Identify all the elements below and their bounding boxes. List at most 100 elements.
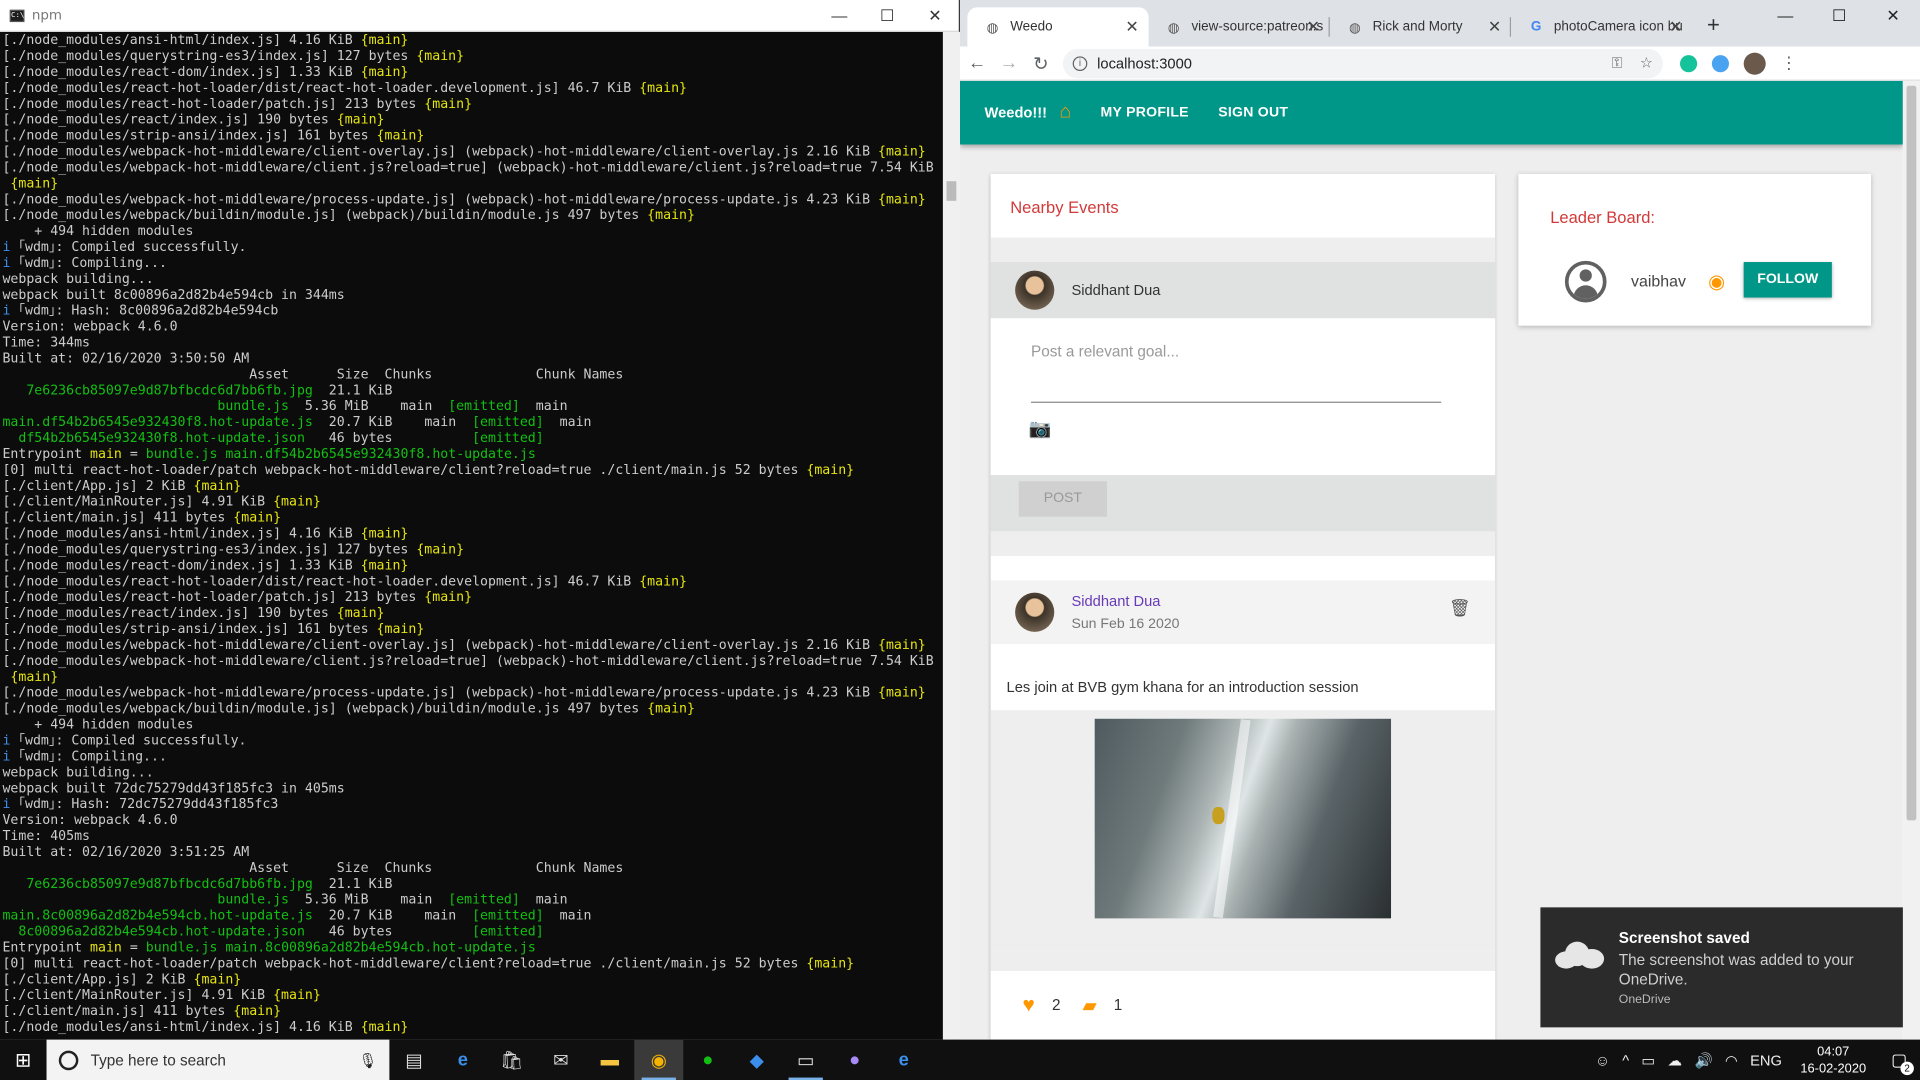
page-scrollbar[interactable]: [1902, 80, 1920, 1040]
ie-icon[interactable]: e: [879, 1040, 928, 1080]
app-icon[interactable]: ●: [683, 1040, 732, 1080]
clock[interactable]: 04:07 16-02-2020: [1800, 1043, 1866, 1077]
terminal-titlebar[interactable]: C:\ npm — ☐ ✕: [0, 0, 959, 32]
terminal-line: Time: 405ms: [2, 827, 91, 844]
action-center-icon[interactable]: ▢ 2: [1878, 1040, 1920, 1080]
terminal-line: [./node_modules/webpack-hot-middleware/c…: [2, 143, 926, 160]
terminal-line: Entrypoint main = bundle.js main.df54b2b…: [2, 445, 536, 462]
terminal-line: + 494 hidden modules: [2, 716, 194, 733]
battery-icon[interactable]: ▭: [1641, 1051, 1655, 1068]
terminal-line: 7e6236cb85097e9d87bfbcdc6d7bb6fb.jpg 21.…: [2, 382, 393, 398]
terminal-line: [./node_modules/react-dom/index.js] 1.33…: [2, 557, 409, 574]
cmd-icon: C:\: [9, 9, 25, 22]
microphone-icon[interactable]: 🎙: [358, 1051, 377, 1068]
new-tab-icon[interactable]: +: [1707, 12, 1720, 38]
task-view-icon[interactable]: ▤: [389, 1040, 438, 1080]
tab-close-icon[interactable]: ✕: [1307, 17, 1320, 37]
browser-window[interactable]: ◍ Weedo ✕ ◍ view-source:patreon.s ✕ ◍ Ri…: [960, 0, 1920, 1040]
terminal-line: df54b2b6545e932430f8.hot-update.json 46 …: [2, 429, 544, 446]
terminal-window[interactable]: C:\ npm — ☐ ✕ [./node_modules/ansi-html/…: [0, 0, 961, 1040]
key-icon[interactable]: ⚿: [1612, 54, 1623, 72]
close-button[interactable]: ✕: [1866, 0, 1920, 32]
people-icon[interactable]: ☺: [1595, 1051, 1610, 1068]
terminal-line: [./node_modules/react-hot-loader/patch.j…: [2, 95, 473, 112]
store-icon[interactable]: 🛍: [487, 1040, 536, 1080]
brand-link[interactable]: Weedo!!!: [984, 104, 1047, 121]
clock-time: 04:07: [1817, 1043, 1850, 1059]
eye-icon[interactable]: ◉: [1708, 269, 1725, 293]
my-profile-link[interactable]: MY PROFILE: [1101, 105, 1189, 120]
goal-input[interactable]: Post a relevant goal...: [1031, 343, 1179, 360]
terminal-line: + 494 hidden modules: [2, 222, 194, 239]
tab-view-source[interactable]: ◍ view-source:patreon.s ✕: [1149, 7, 1330, 46]
windows-start-icon[interactable]: ⊞: [0, 1048, 47, 1072]
tab-photocamera[interactable]: G photoCamera icon bu ✕: [1511, 7, 1692, 46]
terminal-line: [./node_modules/react/index.js] 190 byte…: [2, 111, 385, 128]
url-text[interactable]: localhost:3000: [1097, 54, 1192, 71]
wifi-icon[interactable]: ◠: [1725, 1051, 1738, 1068]
terminal-line: Built at: 02/16/2020 3:51:25 AM: [2, 843, 250, 860]
heart-icon[interactable]: ♥: [1022, 993, 1034, 1017]
delete-icon[interactable]: 🗑: [1449, 598, 1471, 619]
terminal-line: [./client/App.js] 2 KiB {main}: [2, 477, 242, 494]
app-purple-icon[interactable]: ●: [830, 1040, 879, 1080]
onedrive-icon[interactable]: ☁: [1668, 1051, 1683, 1068]
back-icon[interactable]: ←: [962, 53, 991, 74]
file-explorer-icon[interactable]: ▬: [585, 1040, 634, 1080]
terminal-scrollbar[interactable]: [942, 31, 961, 1040]
terminal-line: [./client/main.js] 411 bytes {main}: [2, 509, 282, 526]
comment-icon[interactable]: ▰: [1083, 994, 1097, 1017]
leaderboard-title: Leader Board:: [1550, 208, 1655, 227]
home-icon[interactable]: ⌂: [1059, 102, 1071, 124]
terminal-line: [./client/MainRouter.js] 4.91 KiB {main}: [2, 986, 321, 1003]
close-button[interactable]: ✕: [911, 6, 959, 26]
terminal-line: Entrypoint main = bundle.js main.8c00896…: [2, 939, 536, 956]
minimize-button[interactable]: —: [816, 6, 864, 26]
profile-avatar[interactable]: [1743, 52, 1766, 75]
post-composer: Siddhant Dua Post a relevant goal... 📷 P…: [990, 262, 1496, 532]
terminal-line: {main}: [10, 668, 59, 685]
chevron-up-icon[interactable]: ^: [1622, 1051, 1629, 1068]
tab-rick-and-morty[interactable]: ◍ Rick and Morty ✕: [1330, 7, 1512, 46]
extension-icon[interactable]: [1711, 54, 1729, 72]
forward-icon[interactable]: →: [994, 53, 1023, 74]
maximize-button[interactable]: ☐: [1812, 0, 1866, 32]
terminal-line: [./client/MainRouter.js] 4.91 KiB {main}: [2, 493, 321, 510]
terminal-line: [./node_modules/react-hot-loader/dist/re…: [2, 573, 688, 589]
tab-close-icon[interactable]: ✕: [1669, 17, 1682, 37]
taskbar-search[interactable]: Type here to search 🎙: [46, 1039, 390, 1080]
notification-toast[interactable]: Screenshot saved The screenshot was adde…: [1540, 907, 1903, 1028]
terminal-output: [./node_modules/ansi-html/index.js] 4.16…: [0, 32, 943, 1040]
menu-icon[interactable]: ⋮: [1780, 53, 1797, 74]
post-author[interactable]: Siddhant Dua: [1071, 593, 1179, 610]
chrome-icon[interactable]: ◉: [634, 1039, 684, 1080]
post-button[interactable]: POST: [1018, 481, 1107, 517]
star-icon[interactable]: ☆: [1640, 54, 1653, 72]
terminal-line: i ｢wdm｣: Compiled successfully.: [2, 732, 247, 749]
tab-close-icon[interactable]: ✕: [1488, 17, 1501, 37]
tab-weedo[interactable]: ◍ Weedo ✕: [967, 7, 1149, 47]
leaderboard-user[interactable]: vaibhav: [1631, 272, 1686, 290]
terminal-line: [./node_modules/webpack-hot-middleware/p…: [2, 684, 926, 701]
camera-icon[interactable]: 📷: [1029, 418, 1052, 440]
follow-button[interactable]: FOLLOW: [1743, 262, 1832, 298]
grammarly-icon[interactable]: [1680, 54, 1698, 72]
language-indicator[interactable]: ENG: [1750, 1051, 1782, 1068]
reload-icon[interactable]: ↻: [1026, 52, 1055, 74]
volume-icon[interactable]: 🔊: [1694, 1051, 1712, 1068]
maximize-button[interactable]: ☐: [863, 6, 911, 26]
vscode-icon[interactable]: ◆: [732, 1040, 781, 1080]
tab-close-icon[interactable]: ✕: [1125, 17, 1138, 37]
minimize-button[interactable]: —: [1758, 0, 1812, 32]
user-avatar-icon[interactable]: [1564, 260, 1607, 303]
terminal-line: [./node_modules/react-hot-loader/dist/re…: [2, 79, 688, 96]
info-icon[interactable]: i: [1072, 55, 1088, 71]
terminal-icon[interactable]: ▭: [781, 1040, 830, 1080]
edge-icon[interactable]: e: [438, 1040, 487, 1080]
onedrive-cloud-icon: [1555, 941, 1605, 969]
address-bar[interactable]: i localhost:3000 ⚿ ☆: [1062, 48, 1663, 78]
sign-out-link[interactable]: SIGN OUT: [1218, 105, 1288, 120]
terminal-line: [./node_modules/react-hot-loader/patch.j…: [2, 588, 473, 605]
mail-icon[interactable]: ✉: [536, 1040, 585, 1080]
terminal-line: main.8c00896a2d82b4e594cb.hot-update.js …: [2, 907, 592, 924]
